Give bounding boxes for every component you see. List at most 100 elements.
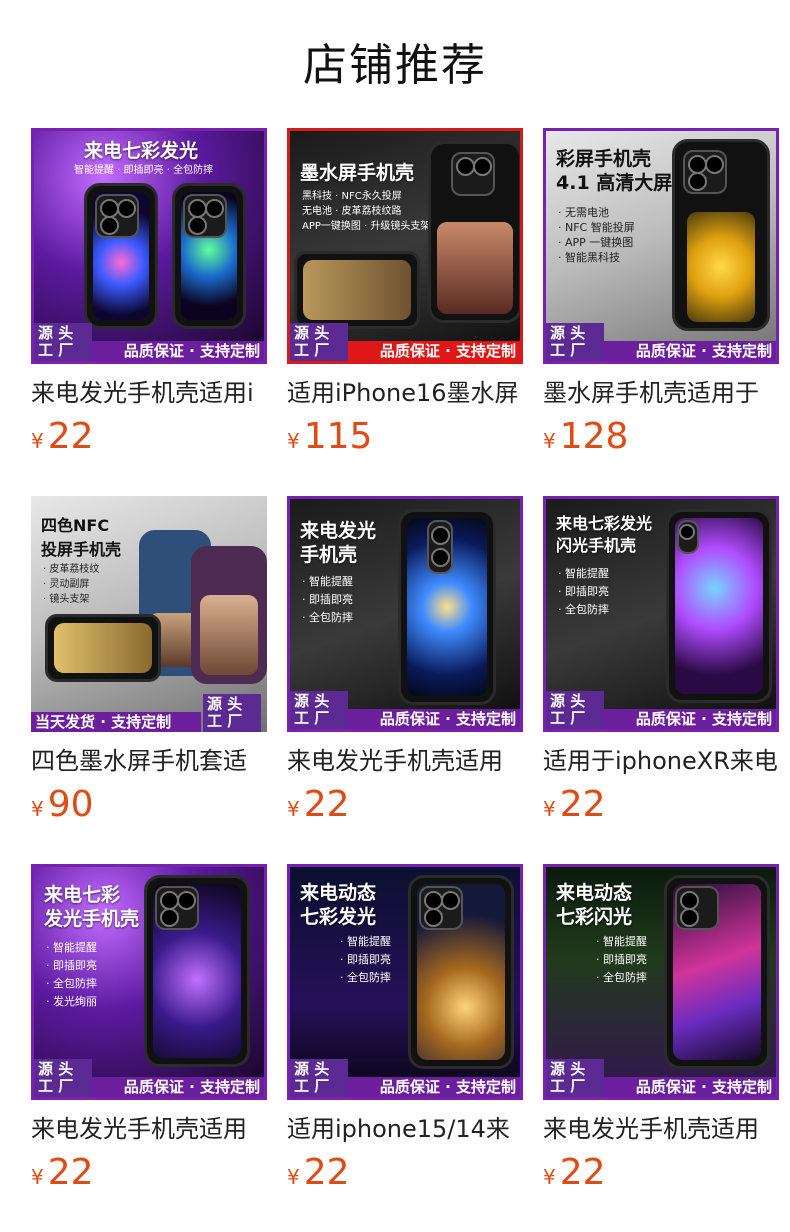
factory-badge: 源 头 工 厂: [290, 323, 348, 361]
product-card[interactable]: 彩屏手机壳 4.1 高清大屏 · 无需电池 · NFC 智能投屏 · APP 一…: [543, 128, 779, 460]
phone-case-graphic: [664, 875, 770, 1069]
image-banner: 品质保证 · 支持定制: [604, 1077, 776, 1097]
product-card[interactable]: 墨水屏手机壳 黑科技 · NFC永久投屏 无电池 · 皮革荔枝纹路 APP一键换…: [287, 128, 523, 460]
product-image[interactable]: 来电动态 七彩发光 · 智能提醒 · 即插即亮 · 全包防摔 源 头 工 厂 品…: [287, 864, 523, 1100]
price-value: 22: [303, 1152, 350, 1193]
product-price: ¥22: [287, 784, 523, 828]
image-headline: 来电动态 七彩闪光: [556, 882, 633, 928]
product-name[interactable]: 来电发光手机壳适用: [287, 744, 523, 778]
phone-case-graphic: [172, 183, 246, 329]
product-price: ¥22: [543, 1152, 779, 1196]
phone-case-graphic: [144, 875, 250, 1067]
price-value: 128: [559, 416, 629, 457]
image-subtext: · 智能提醒 · 即插即亮 · 全包防摔: [558, 567, 609, 616]
image-subtext: · 智能提醒 · 即插即亮 · 全包防摔: [596, 935, 647, 984]
image-banner: 品质保证 · 支持定制: [348, 341, 520, 361]
factory-badge: 源 头 工 厂: [203, 694, 261, 732]
phone-case-graphic: [398, 509, 496, 705]
product-card[interactable]: 来电动态 七彩闪光 · 智能提醒 · 即插即亮 · 全包防摔 源 头 工 厂 品…: [543, 864, 779, 1196]
product-image[interactable]: 来电七彩 发光手机壳 · 智能提醒 · 即插即亮 · 全包防摔 · 发光绚丽 源…: [31, 864, 267, 1100]
product-image[interactable]: 来电七彩发光 闪光手机壳 · 智能提醒 · 即插即亮 · 全包防摔 源 头 工 …: [543, 496, 779, 732]
product-image[interactable]: 来电发光 手机壳 · 智能提醒 · 即插即亮 · 全包防摔 源 头 工 厂 品质…: [287, 496, 523, 732]
image-banner: 当天发货 · 支持定制: [31, 712, 201, 732]
image-subtext: · 智能提醒 · 即插即亮 · 全包防摔 · 发光绚丽: [46, 941, 97, 1008]
product-card[interactable]: 来电发光 手机壳 · 智能提醒 · 即插即亮 · 全包防摔 源 头 工 厂 品质…: [287, 496, 523, 828]
phone-case-graphic: [428, 141, 520, 323]
product-card[interactable]: 来电七彩发光 闪光手机壳 · 智能提醒 · 即插即亮 · 全包防摔 源 头 工 …: [543, 496, 779, 828]
factory-badge: 源 头 工 厂: [290, 1059, 348, 1097]
image-subtext: · 智能提醒 · 即插即亮 · 全包防摔: [340, 935, 391, 984]
phone-case-graphic: [45, 614, 161, 682]
image-headline: 彩屏手机壳 4.1 高清大屏: [556, 148, 673, 194]
product-name[interactable]: 来电发光手机壳适用: [31, 1112, 267, 1146]
product-name[interactable]: 适用iPhone16墨水屏: [287, 376, 523, 410]
image-banner: 品质保证 · 支持定制: [604, 341, 776, 361]
product-image[interactable]: 来电七彩发光 智能提醒 · 即插即亮 · 全包防摔 源 头 工 厂 品质保证 ·…: [31, 128, 267, 364]
image-banner: 品质保证 · 支持定制: [604, 709, 776, 729]
currency-symbol: ¥: [543, 797, 556, 821]
image-headline: 来电发光 手机壳: [300, 520, 377, 566]
price-value: 22: [47, 1152, 94, 1193]
image-subtext: · 无需电池 · NFC 智能投屏 · APP 一键换图 · 智能黑科技: [558, 206, 635, 264]
product-image[interactable]: 彩屏手机壳 4.1 高清大屏 · 无需电池 · NFC 智能投屏 · APP 一…: [543, 128, 779, 364]
currency-symbol: ¥: [31, 429, 44, 453]
image-headline: 来电动态 七彩发光: [300, 882, 377, 928]
factory-badge: 源 头 工 厂: [546, 691, 604, 729]
currency-symbol: ¥: [543, 1165, 556, 1189]
product-card[interactable]: 来电七彩发光 智能提醒 · 即插即亮 · 全包防摔 源 头 工 厂 品质保证 ·…: [31, 128, 267, 460]
image-subtext: · 智能提醒 · 即插即亮 · 全包防摔: [302, 575, 353, 624]
image-headline: 来电七彩发光 闪光手机壳: [556, 514, 653, 555]
product-price: ¥22: [31, 1152, 267, 1196]
image-banner: 品质保证 · 支持定制: [92, 1077, 264, 1097]
product-price: ¥22: [287, 1152, 523, 1196]
price-value: 90: [47, 784, 94, 825]
product-price: ¥22: [31, 416, 267, 460]
phone-case-graphic: [84, 183, 158, 329]
image-headline: 来电七彩 发光手机壳: [44, 884, 140, 930]
image-headline: 墨水屏手机壳: [300, 162, 415, 184]
currency-symbol: ¥: [287, 1165, 300, 1189]
page-title: 店铺推荐: [303, 40, 487, 91]
phone-case-graphic: [408, 875, 514, 1069]
currency-symbol: ¥: [31, 1165, 44, 1189]
product-card[interactable]: 来电七彩 发光手机壳 · 智能提醒 · 即插即亮 · 全包防摔 · 发光绚丽 源…: [31, 864, 267, 1196]
phone-case-graphic: [666, 509, 772, 703]
currency-symbol: ¥: [287, 797, 300, 821]
product-price: ¥115: [287, 416, 523, 460]
price-value: 22: [559, 784, 606, 825]
image-subtext: 智能提醒 · 即插即亮 · 全包防摔: [74, 165, 214, 176]
factory-badge: 源 头 工 厂: [34, 1059, 92, 1097]
product-name[interactable]: 四色墨水屏手机套适: [31, 744, 267, 778]
product-image[interactable]: 四色NFC 投屏手机壳 · 皮革荔枝纹 · 灵动副屏 · 镜头支架 当天发货 ·…: [31, 496, 267, 732]
currency-symbol: ¥: [31, 797, 44, 821]
product-name[interactable]: 墨水屏手机壳适用于: [543, 376, 779, 410]
product-name[interactable]: 适用于iphoneXR来电: [543, 744, 779, 778]
product-card[interactable]: 来电动态 七彩发光 · 智能提醒 · 即插即亮 · 全包防摔 源 头 工 厂 品…: [287, 864, 523, 1196]
factory-badge: 源 头 工 厂: [546, 1059, 604, 1097]
currency-symbol: ¥: [543, 429, 556, 453]
product-name[interactable]: 来电发光手机壳适用i: [31, 376, 267, 410]
price-value: 22: [303, 784, 350, 825]
product-price: ¥22: [543, 784, 779, 828]
product-card[interactable]: 四色NFC 投屏手机壳 · 皮革荔枝纹 · 灵动副屏 · 镜头支架 当天发货 ·…: [31, 496, 267, 828]
factory-badge: 源 头 工 厂: [290, 691, 348, 729]
image-headline: 来电七彩发光: [84, 140, 199, 162]
product-name[interactable]: 来电发光手机壳适用: [543, 1112, 779, 1146]
price-value: 115: [303, 416, 373, 457]
product-image[interactable]: 来电动态 七彩闪光 · 智能提醒 · 即插即亮 · 全包防摔 源 头 工 厂 品…: [543, 864, 779, 1100]
product-price: ¥90: [31, 784, 267, 828]
product-image[interactable]: 墨水屏手机壳 黑科技 · NFC永久投屏 无电池 · 皮革荔枝纹路 APP一键换…: [287, 128, 523, 364]
image-banner: 品质保证 · 支持定制: [348, 709, 520, 729]
image-headline: 四色NFC 投屏手机壳: [41, 516, 122, 559]
phone-case-graphic: [191, 546, 267, 684]
product-name[interactable]: 适用iphone15/14来: [287, 1112, 523, 1146]
price-value: 22: [47, 416, 94, 457]
factory-badge: 源 头 工 厂: [34, 323, 92, 361]
currency-symbol: ¥: [287, 429, 300, 453]
image-banner: 品质保证 · 支持定制: [92, 341, 264, 361]
phone-case-graphic: [672, 139, 770, 331]
image-banner: 品质保证 · 支持定制: [348, 1077, 520, 1097]
price-value: 22: [559, 1152, 606, 1193]
image-subtext: · 皮革荔枝纹 · 灵动副屏 · 镜头支架: [43, 564, 100, 605]
image-subtext: 黑科技 · NFC永久投屏 无电池 · 皮革荔枝纹路 APP一键换图 · 升级镜…: [302, 191, 431, 232]
